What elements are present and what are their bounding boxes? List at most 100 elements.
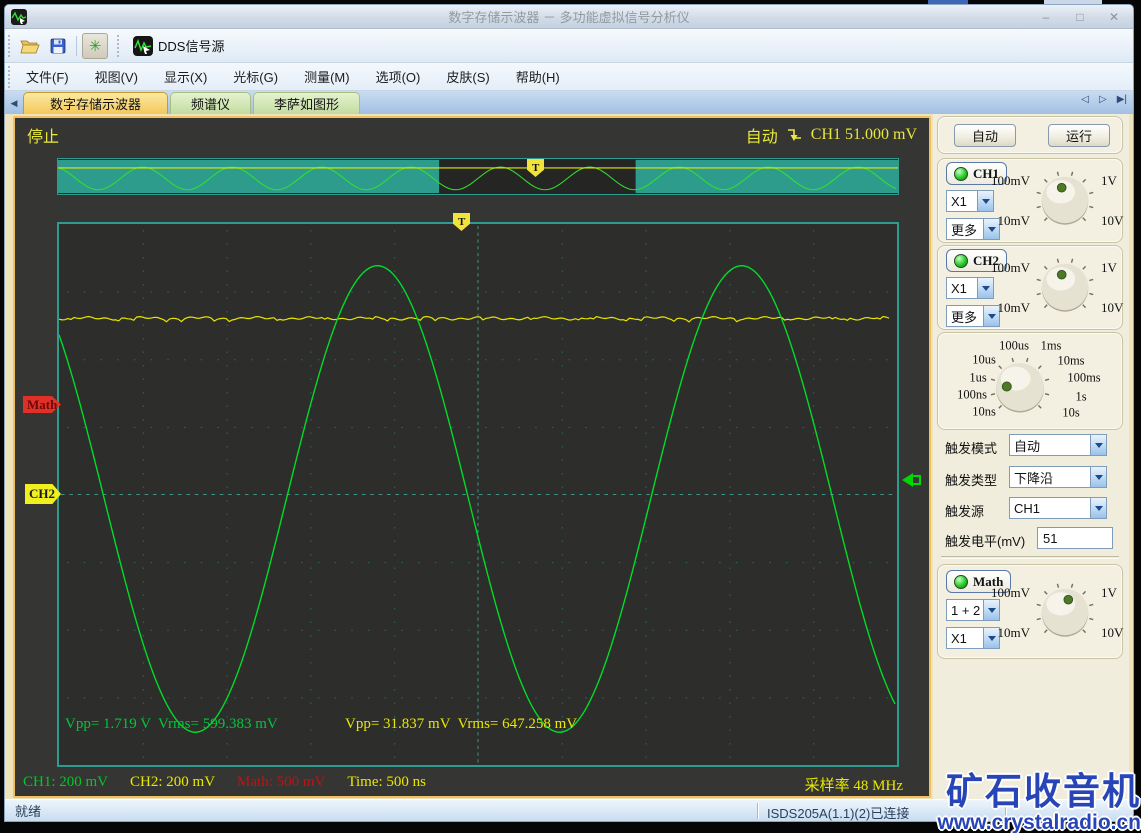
math-scale-readout: Math: 500 mV bbox=[237, 774, 326, 790]
tab-lissajous[interactable]: 李萨如图形 bbox=[253, 92, 361, 114]
chevron-down-icon bbox=[1090, 467, 1106, 487]
toolbar-separator bbox=[76, 35, 77, 56]
math-volts-knob[interactable] bbox=[1036, 583, 1094, 646]
ch2-group: CH2 X1 更多 100mV 1V 10mV 10V bbox=[937, 245, 1123, 330]
save-button[interactable] bbox=[45, 33, 71, 59]
ch2-probe-value: X1 bbox=[951, 280, 967, 296]
ch2-more-label: 更多 bbox=[951, 309, 978, 325]
ch1-probe-value: X1 bbox=[951, 193, 967, 209]
open-file-button[interactable] bbox=[17, 33, 43, 59]
tab-bar: ◀ 数字存储示波器 频谱仪 李萨如图形 bbox=[5, 91, 1133, 114]
tab-spectrum-analyzer[interactable]: 频谱仪 bbox=[170, 92, 252, 114]
ch2-knob-label-100mv: 100mV bbox=[991, 260, 1030, 275]
toolbar-grip bbox=[8, 34, 12, 57]
ch2-more-select[interactable]: 更多 bbox=[946, 305, 1000, 327]
menu-grip bbox=[8, 65, 12, 88]
run-button[interactable]: 运行 bbox=[1048, 124, 1110, 147]
trigger-source-value: CH1 bbox=[1014, 500, 1041, 516]
trigger-source-select[interactable]: CH1 bbox=[1009, 497, 1107, 519]
tab-oscilloscope[interactable]: 数字存储示波器 bbox=[23, 92, 169, 114]
math-operation-value: 1 + 2 bbox=[951, 602, 981, 618]
trigger-mode-select[interactable]: 自动 bbox=[1009, 434, 1107, 456]
ch2-led-icon bbox=[954, 253, 968, 268]
tab-scroll-end-button[interactable]: ▶| bbox=[1117, 94, 1127, 105]
trigger-type-select[interactable]: 下降沿 bbox=[1009, 466, 1107, 488]
ch2-knob-label-10v: 10V bbox=[1101, 300, 1124, 315]
timebase-knob[interactable] bbox=[990, 357, 1050, 422]
math-operation-select[interactable]: 1 + 2 bbox=[946, 599, 1000, 621]
maximize-button[interactable]: □ bbox=[1067, 8, 1093, 25]
close-button[interactable]: ✕ bbox=[1101, 8, 1127, 25]
ch1-probe-select[interactable]: X1 bbox=[946, 190, 994, 212]
statusbar-divider bbox=[757, 803, 758, 819]
tab-scroll-left-button[interactable]: ◀ bbox=[5, 92, 23, 114]
waveform-overview-strip[interactable] bbox=[57, 158, 899, 195]
auto-button[interactable]: 自动 bbox=[954, 124, 1016, 147]
menu-item-help[interactable]: 帮助(H) bbox=[506, 63, 570, 90]
chevron-down-icon bbox=[1090, 435, 1106, 455]
tab-scroll-prev-button[interactable]: ◁ bbox=[1081, 94, 1089, 105]
ch1-volts-knob[interactable] bbox=[1036, 171, 1094, 234]
panel-separator bbox=[941, 556, 1119, 559]
timebase-label-10s: 10s bbox=[1062, 405, 1080, 420]
trigger-level-input[interactable]: 51 bbox=[1037, 527, 1113, 549]
ch1-measurements: Vpp= 1.719 V Vrms= 599.383 mV Vmean= -11… bbox=[65, 654, 278, 821]
trigger-type-label: 触发类型 bbox=[945, 473, 998, 488]
main-content: 停止 自动 CH1 51.000 mV T Vpp= 1.719 V Vrms=… bbox=[5, 114, 1133, 816]
ch2-channel-marker[interactable]: CH2 bbox=[25, 484, 61, 504]
menu-item-view[interactable]: 视图(V) bbox=[85, 63, 148, 90]
math-group: Math 1 + 2 X1 100mV 1V 10mV 10V bbox=[937, 564, 1123, 659]
tab-scroll-next-button[interactable]: ▷ bbox=[1099, 94, 1107, 105]
timebase-label-100ms: 100ms bbox=[1067, 370, 1101, 385]
watermark: 矿石收音机 www.crystalradio.cn bbox=[938, 773, 1141, 833]
dds-signal-source-button[interactable]: DDS信号源 bbox=[125, 33, 232, 59]
timebase-label-1s: 1s bbox=[1075, 389, 1087, 404]
trigger-level-label: 触发电平(mV) bbox=[945, 534, 1026, 549]
menu-bar: 文件(F) 视图(V) 显示(X) 光标(G) 测量(M) 选项(O) 皮肤(S… bbox=[5, 63, 1133, 91]
menu-item-measure[interactable]: 测量(M) bbox=[294, 63, 360, 90]
menu-item-display[interactable]: 显示(X) bbox=[154, 63, 217, 90]
waveform-display: Vpp= 1.719 V Vrms= 599.383 mV Vmean= -11… bbox=[57, 222, 899, 816]
ch1-knob-label-100mv: 100mV bbox=[991, 173, 1030, 188]
floppy-save-icon bbox=[50, 38, 66, 53]
menu-item-options[interactable]: 选项(O) bbox=[366, 63, 431, 90]
watermark-url: www.crystalradio.cn bbox=[937, 811, 1141, 833]
ch2-volts-knob[interactable] bbox=[1036, 258, 1094, 321]
trigger-mode-label: 触发模式 bbox=[945, 441, 998, 456]
title-bar[interactable]: 数字存储示波器 － 多功能虚拟信号分析仪 – □ ✕ bbox=[5, 5, 1133, 29]
ch2-knob-label-1v: 1V bbox=[1101, 260, 1117, 275]
status-ready: 就绪 bbox=[15, 804, 42, 819]
chevron-down-icon bbox=[977, 191, 993, 211]
ch1-more-select[interactable]: 更多 bbox=[946, 218, 1000, 240]
desktop: 数字存储示波器 － 多功能虚拟信号分析仪 – □ ✕ ✳ DDS信号源 文件(F… bbox=[0, 0, 1141, 833]
math-mult-select[interactable]: X1 bbox=[946, 627, 1000, 649]
ch2-vpp-vrms: Vpp= 31.837 mV Vrms= 647.258 mV bbox=[345, 716, 578, 732]
settings-star-button[interactable]: ✳ bbox=[82, 32, 108, 59]
run-control-group: 自动 运行 bbox=[937, 116, 1123, 154]
folder-open-icon bbox=[20, 40, 40, 53]
trigger-mode-value: 自动 bbox=[1014, 438, 1041, 454]
ch1-scale-readout: CH1: 200 mV bbox=[23, 774, 109, 790]
math-knob-label-10v: 10V bbox=[1101, 625, 1124, 640]
menu-item-skin[interactable]: 皮肤(S) bbox=[436, 63, 499, 90]
acquisition-status-label: 停止 bbox=[27, 129, 60, 146]
ch1-knob-label-10mv: 10mV bbox=[997, 213, 1031, 228]
ch1-vpp-vrms: Vpp= 1.719 V Vrms= 599.383 mV bbox=[65, 716, 278, 732]
trigger-level-readout: CH1 51.000 mV bbox=[810, 126, 917, 143]
ch2-probe-select[interactable]: X1 bbox=[946, 277, 994, 299]
chevron-down-icon bbox=[1090, 498, 1106, 518]
math-knob-label-10mv: 10mV bbox=[997, 625, 1031, 640]
trigger-type-value: 下降沿 bbox=[1014, 470, 1054, 486]
dds-waveform-icon bbox=[133, 35, 153, 56]
trigger-level-arrow-marker[interactable] bbox=[901, 470, 921, 490]
minimize-button[interactable]: – bbox=[1033, 8, 1059, 25]
trigger-readout: 自动 CH1 51.000 mV bbox=[746, 123, 917, 147]
chevron-down-icon bbox=[977, 278, 993, 298]
channel-scale-readouts: CH1: 200 mV CH2: 200 mV Math: 500 mV Tim… bbox=[23, 774, 426, 791]
math-channel-marker[interactable]: Math bbox=[23, 396, 61, 413]
menu-item-cursor[interactable]: 光标(G) bbox=[223, 63, 288, 90]
ch1-knob-label-1v: 1V bbox=[1101, 173, 1117, 188]
time-scale-readout: Time: 500 ns bbox=[347, 774, 427, 790]
menu-item-file[interactable]: 文件(F) bbox=[16, 63, 79, 90]
window-title: 数字存储示波器 － 多功能虚拟信号分析仪 bbox=[448, 10, 690, 25]
